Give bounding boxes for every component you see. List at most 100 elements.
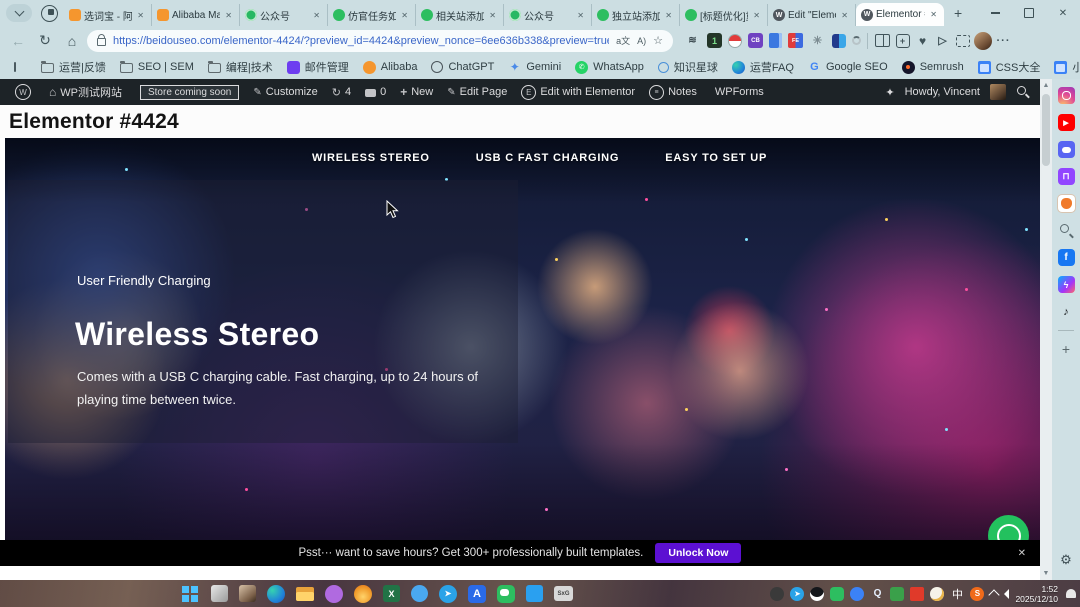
sidebar-search-icon[interactable] (1058, 222, 1075, 239)
workspaces-icon[interactable] (41, 5, 58, 22)
tray-expand-icon[interactable] (989, 589, 1000, 600)
dark-chevrons-extension-icon[interactable]: ≋ (684, 32, 701, 49)
sxg-app-icon[interactable]: SxG (554, 586, 573, 601)
browser-tab[interactable]: 相关站添加 ✕ (416, 4, 504, 26)
edit-with-elementor-link[interactable]: Edit with Elementor (514, 85, 642, 100)
browser-tab[interactable]: 公众号 ✕ (504, 4, 592, 26)
start-button[interactable] (180, 584, 200, 604)
tab-close-icon[interactable]: ✕ (311, 10, 322, 21)
favorites-add-icon[interactable]: + (894, 32, 911, 49)
unlock-now-button[interactable]: Unlock Now (655, 543, 741, 563)
tab-search-button[interactable] (6, 4, 32, 22)
bookmark-item[interactable]: ChatGPT (424, 61, 501, 73)
profile-avatar[interactable] (974, 32, 992, 50)
screenshot-icon[interactable] (954, 32, 971, 49)
instagram-icon[interactable] (1058, 87, 1075, 104)
purple-cb-extension-icon[interactable]: CB (748, 33, 763, 48)
bookmark-item[interactable]: ✦ Gemini (501, 61, 568, 74)
coming-soon-badge[interactable]: Store coming soon (129, 85, 246, 100)
tiktok-icon[interactable]: ♪ (1058, 303, 1075, 320)
browser-tab[interactable]: W Edit "Elemen ✕ (768, 4, 856, 26)
site-name[interactable]: WP测试网站 (42, 84, 129, 100)
wechat-app-icon[interactable] (497, 585, 515, 603)
contact-app-icon[interactable] (239, 585, 256, 602)
browser-tab[interactable]: Alibaba Man ✕ (152, 4, 240, 26)
new-content-link[interactable]: New (393, 85, 440, 99)
flame-app-icon[interactable] (354, 585, 372, 603)
translate-icon[interactable]: a文 (616, 34, 630, 47)
bookmark-item[interactable]: SEO | SEM (113, 61, 201, 73)
tray-green-icon[interactable] (890, 587, 904, 601)
bookmark-item[interactable]: 知识星球 (651, 59, 725, 75)
hero-nav-link[interactable]: EASY TO SET UP (665, 152, 767, 164)
minimize-button[interactable] (978, 0, 1012, 26)
spinner-extension-icon[interactable] (852, 36, 861, 45)
widgets-icon[interactable] (211, 585, 228, 602)
tab-close-icon[interactable]: ✕ (663, 10, 674, 21)
bird-app-icon[interactable] (411, 585, 428, 602)
customize-link[interactable]: Customize (246, 86, 324, 98)
bookmark-item[interactable]: 邮件管理 (280, 59, 356, 75)
ai-sparkle-icon[interactable]: ✦ (885, 86, 894, 99)
tray-qq-icon[interactable] (810, 587, 824, 601)
tray-red-packet-icon[interactable] (910, 587, 924, 601)
telegram-icon[interactable]: ➤ (439, 585, 457, 603)
green-one-extension-icon[interactable]: 1 (707, 33, 722, 48)
home-button[interactable]: ⌂ (60, 33, 84, 49)
tab-close-icon[interactable]: ✕ (928, 9, 939, 20)
split-screen-icon[interactable] (874, 32, 891, 49)
excel-icon[interactable]: X (383, 585, 400, 602)
cat-app-icon[interactable] (325, 585, 343, 603)
bookmark-item[interactable]: 小辉debug (1047, 59, 1080, 75)
browser-tab[interactable]: W Elementor # ✕ (856, 3, 944, 26)
back-button[interactable]: ← (6, 33, 30, 49)
messenger-icon[interactable]: ϟ (1058, 276, 1075, 293)
facebook-icon[interactable]: f (1058, 249, 1075, 266)
file-explorer-icon[interactable] (296, 587, 314, 601)
volume-icon[interactable] (1004, 589, 1009, 599)
tray-telegram-icon[interactable]: ➤ (790, 587, 804, 601)
twitch-icon[interactable]: ⊓ (1058, 168, 1075, 185)
discord-icon[interactable] (1058, 141, 1075, 158)
browser-tab[interactable]: 独立站添加v ✕ (592, 4, 680, 26)
bookmark-item[interactable]: CSS大全 (971, 59, 1048, 75)
updates-count[interactable]: 4 (325, 86, 358, 99)
browser-tab[interactable]: 公众号 ✕ (240, 4, 328, 26)
wpforms-link[interactable]: WPForms (704, 86, 771, 98)
tray-wechat-icon[interactable] (830, 587, 844, 601)
wp-user-avatar[interactable] (990, 84, 1006, 100)
browser-essentials-icon[interactable]: ♥ (914, 32, 931, 49)
tab-close-icon[interactable]: ✕ (399, 10, 410, 21)
whatsapp-float-button[interactable] (988, 515, 1029, 540)
scrollbar-up-icon[interactable]: ▲ (1040, 82, 1052, 89)
fe-extension-icon[interactable]: FE (788, 33, 803, 48)
bookmark-item[interactable]: ✆ WhatsApp (568, 61, 651, 74)
promo-close-icon[interactable]: ✕ (1018, 548, 1026, 559)
read-aloud-icon[interactable]: A) (637, 36, 646, 46)
page-scrollbar[interactable]: ▲ ▼ (1040, 79, 1052, 580)
comments-count[interactable]: 0 (358, 86, 393, 98)
tab-close-icon[interactable]: ✕ (575, 10, 586, 21)
tab-close-icon[interactable]: ✕ (223, 10, 234, 21)
wp-logo-icon[interactable] (8, 84, 42, 100)
blue-split-extension-icon[interactable] (832, 34, 846, 48)
close-window-button[interactable]: ✕ (1046, 0, 1080, 26)
address-bar[interactable]: https://beidouseo.com/elementor-4424/?pr… (87, 30, 673, 52)
maximize-button[interactable] (1012, 0, 1046, 26)
reading-list-icon[interactable] (14, 62, 16, 72)
refresh-button[interactable]: ↻ (33, 32, 57, 49)
bookmark-item[interactable]: 编程|技术 (201, 59, 280, 75)
bookmark-item[interactable]: G Google SEO (801, 61, 895, 74)
notifications-bell-icon[interactable] (1066, 589, 1076, 598)
tab-close-icon[interactable]: ✕ (839, 10, 850, 21)
bookmark-item[interactable]: 运营|反馈 (34, 59, 113, 75)
bookmark-item[interactable]: 运营FAQ (725, 59, 801, 75)
tab-close-icon[interactable]: ✕ (135, 10, 146, 21)
tray-dark-icon[interactable] (770, 587, 784, 601)
tray-duck-icon[interactable] (930, 587, 944, 601)
bookmark-item[interactable]: Alibaba (356, 61, 425, 74)
tray-search-icon[interactable]: Q (870, 587, 884, 601)
media-play-icon[interactable]: ▷ (934, 32, 951, 49)
edit-page-link[interactable]: Edit Page (440, 86, 514, 98)
sidebar-settings-gear-icon[interactable]: ⚙ (1060, 552, 1072, 568)
